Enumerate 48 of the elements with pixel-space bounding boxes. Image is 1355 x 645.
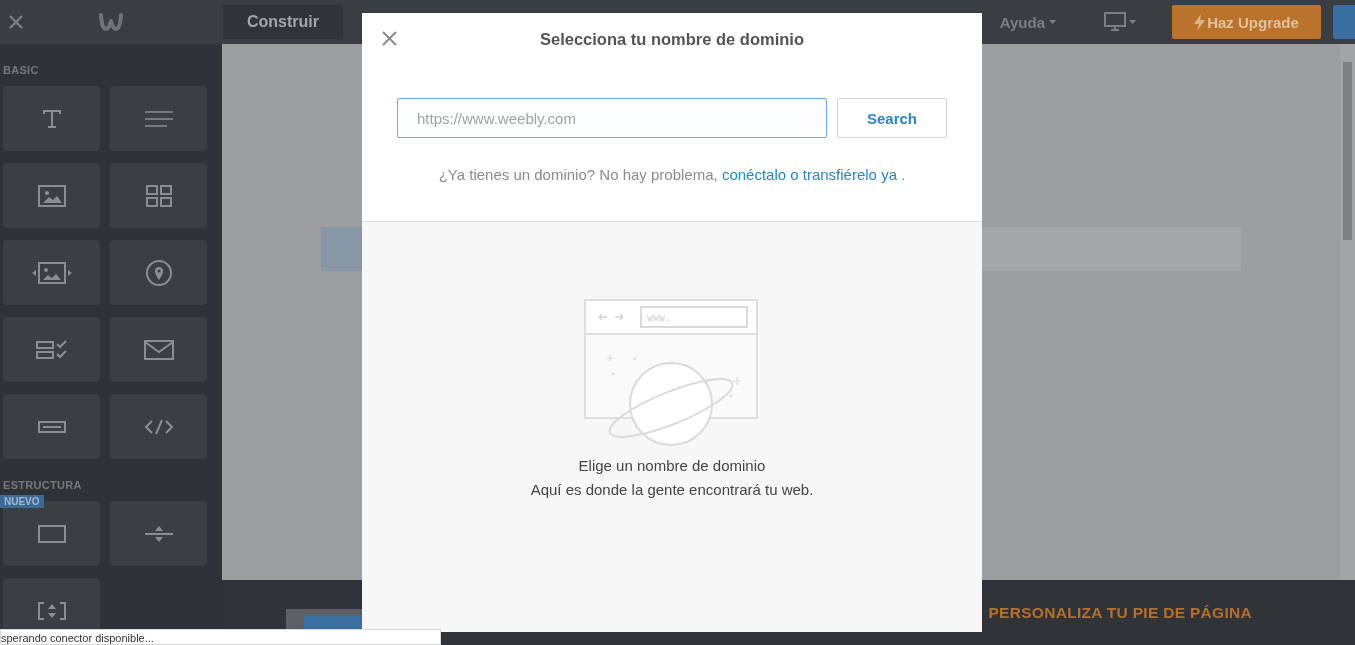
spacer-icon (37, 600, 66, 621)
element-tile[interactable] (110, 501, 207, 566)
connect-link[interactable]: conéctalo o transfiérelo ya (721, 166, 897, 183)
element-tile[interactable] (3, 163, 100, 228)
dialog-title: Selecciona tu nombre de dominio (539, 29, 804, 49)
caret-icon (1129, 20, 1136, 24)
lightning-icon (1194, 13, 1206, 31)
paragraph-icon (144, 110, 173, 127)
image-icon (37, 184, 66, 207)
close-icon[interactable] (8, 14, 24, 30)
footer-title[interactable]: PERSONALIZA TU PIE DE PÁGINA (988, 603, 1252, 622)
element-tile[interactable] (110, 394, 207, 459)
element-tile[interactable] (3, 394, 100, 459)
empty-state-title: Elige un nombre de dominio (578, 456, 766, 476)
status-tooltip: sperando conector disponible... (0, 629, 441, 645)
hint-text: ¿Ya tienes un dominio? No hay problema, conéctalo o transfiérelo ya . (437, 166, 907, 183)
monitor-icon (1104, 12, 1126, 32)
scrollbar[interactable] (1340, 44, 1355, 580)
empty-state-subtitle: Aquí es donde la gente encontrará tu web. (530, 480, 814, 500)
caret-icon (1049, 20, 1056, 24)
help-menu[interactable]: Ayuda (993, 12, 1062, 32)
element-tile[interactable] (110, 317, 207, 382)
logo-icon[interactable] (98, 12, 124, 32)
gallery-icon (145, 184, 172, 207)
code-icon (144, 418, 173, 435)
rectangle-icon (37, 524, 66, 543)
form-icon (35, 339, 68, 360)
text-icon (41, 108, 62, 129)
element-tile[interactable] (110, 163, 207, 228)
element-tile[interactable] (110, 240, 207, 305)
element-tile[interactable] (3, 86, 100, 151)
section-title: BASIC (3, 64, 40, 76)
element-tile[interactable] (3, 317, 100, 382)
button-icon (37, 420, 66, 433)
close-icon[interactable] (382, 31, 397, 46)
section-title: ESTRUCTURA (3, 479, 83, 491)
element-tile[interactable] (3, 240, 100, 305)
new-badge: NUEVO (0, 495, 44, 508)
divider-icon (144, 524, 173, 543)
slideshow-icon (31, 261, 72, 284)
upgrade-button[interactable]: Haz Upgrade (1172, 5, 1321, 39)
nav-tab[interactable]: Construir (223, 5, 343, 39)
device-menu[interactable] (1104, 12, 1136, 32)
domain-search-field[interactable]: https://www.weebly.com (397, 98, 827, 138)
element-tile[interactable] (110, 86, 207, 151)
envelope-icon (143, 339, 174, 360)
search-button[interactable]: Search (837, 98, 947, 138)
map-pin-icon (144, 258, 173, 287)
